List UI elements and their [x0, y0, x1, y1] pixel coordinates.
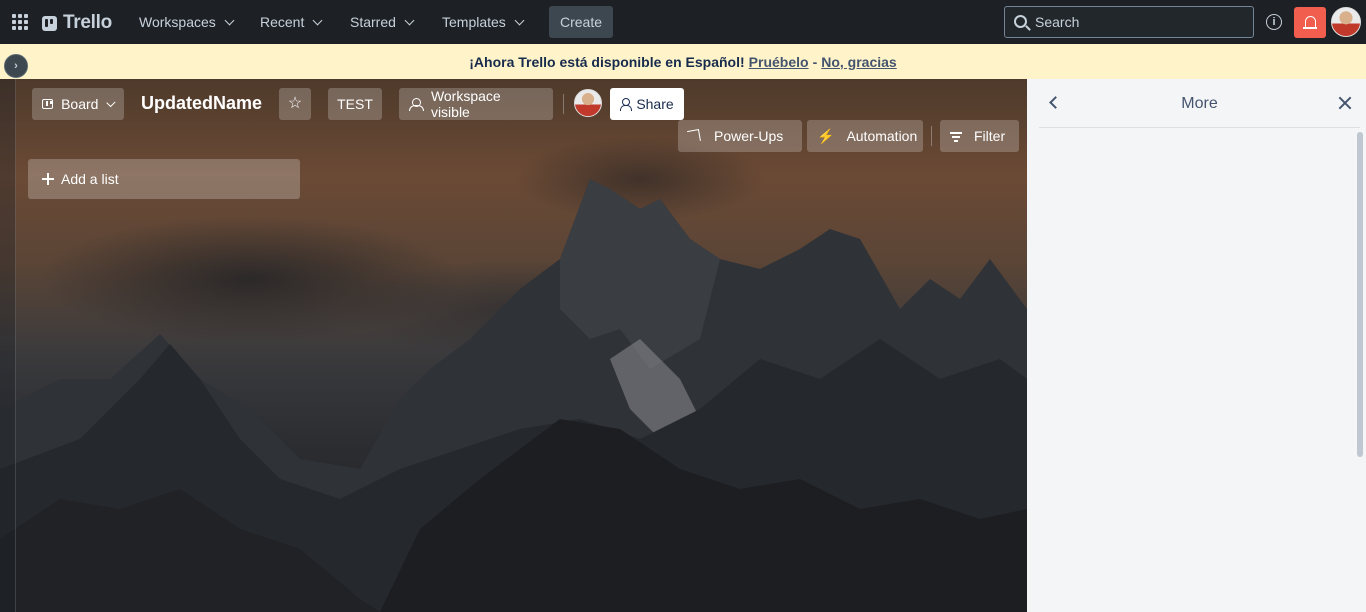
- plus-icon: [42, 173, 54, 185]
- chevron-down-icon: [224, 15, 235, 25]
- filter-icon: [950, 131, 962, 142]
- app-switcher-icon[interactable]: [10, 12, 30, 32]
- share-person-icon: [620, 98, 633, 111]
- filter-button[interactable]: Filter: [940, 120, 1019, 152]
- starred-menu[interactable]: Starred: [340, 7, 423, 37]
- lightning-icon: ⚡: [817, 128, 835, 144]
- starred-label: Starred: [350, 14, 396, 30]
- trello-logo-icon: [42, 15, 57, 31]
- board-view-icon: [42, 99, 54, 109]
- chevron-down-icon: [312, 15, 323, 25]
- info-icon[interactable]: i: [1266, 14, 1282, 30]
- collapsed-sidebar: [0, 79, 16, 612]
- visibility-button[interactable]: Workspace visible: [399, 88, 553, 120]
- visibility-label: Workspace visible: [430, 88, 501, 120]
- account-avatar[interactable]: [1331, 7, 1361, 37]
- star-icon: ☆: [287, 95, 303, 112]
- automation-button[interactable]: ⚡ Automation: [807, 120, 923, 152]
- share-button[interactable]: Share: [610, 88, 684, 120]
- brand-name: Trello: [63, 12, 112, 33]
- top-navigation: Trello Workspaces Recent Starred Templat…: [0, 0, 1366, 44]
- close-icon[interactable]: [1337, 95, 1353, 111]
- workspaces-label: Workspaces: [139, 14, 216, 30]
- recent-label: Recent: [260, 14, 305, 30]
- add-list-button[interactable]: Add a list: [28, 159, 300, 199]
- chevron-down-icon: [404, 15, 415, 25]
- templates-menu[interactable]: Templates: [432, 7, 533, 37]
- bell-icon: [1302, 16, 1317, 29]
- notifications-button[interactable]: [1294, 7, 1326, 38]
- recent-menu[interactable]: Recent: [250, 7, 331, 37]
- workspaces-menu[interactable]: Workspaces: [129, 7, 243, 37]
- panel-title: More: [1181, 95, 1218, 112]
- panel-header: More: [1039, 79, 1360, 128]
- workspace-visible-icon: [409, 98, 424, 111]
- rocket-icon: [687, 129, 701, 143]
- try-spanish-link[interactable]: Pruébelo: [749, 54, 809, 70]
- chevron-down-icon: [514, 15, 525, 25]
- board-view-label: Board: [61, 96, 99, 112]
- expand-sidebar-button[interactable]: ›: [4, 54, 28, 78]
- add-list-label: Add a list: [61, 171, 119, 187]
- header-divider: [563, 94, 564, 114]
- search-placeholder: Search: [1035, 14, 1080, 30]
- board-member-avatar[interactable]: [574, 89, 602, 117]
- banner-message: ¡Ahora Trello está disponible en Español…: [469, 53, 745, 70]
- header-divider: [931, 126, 932, 146]
- templates-label: Templates: [442, 14, 506, 30]
- share-label: Share: [636, 96, 674, 112]
- automation-label: Automation: [846, 128, 918, 144]
- banner-separator: -: [812, 53, 818, 70]
- filter-label: Filter: [974, 128, 1006, 144]
- workspace-tag-button[interactable]: TEST: [328, 88, 382, 120]
- search-icon: [1014, 15, 1027, 28]
- trello-logo[interactable]: Trello: [42, 12, 112, 34]
- star-board-button[interactable]: ☆: [279, 88, 311, 120]
- search-input[interactable]: Search: [1004, 6, 1254, 38]
- create-button[interactable]: Create: [549, 6, 613, 38]
- board-menu-panel: More: [1027, 79, 1366, 612]
- language-banner: ¡Ahora Trello está disponible en Español…: [0, 44, 1366, 79]
- chevron-down-icon: [106, 97, 116, 107]
- dismiss-banner-link[interactable]: No, gracias: [821, 54, 896, 70]
- power-ups-label: Power-Ups: [714, 128, 784, 144]
- board-title[interactable]: UpdatedName: [141, 93, 262, 114]
- panel-scrollbar[interactable]: [1357, 132, 1363, 457]
- power-ups-button[interactable]: Power-Ups: [678, 120, 802, 152]
- board-view-switcher[interactable]: Board: [32, 88, 124, 120]
